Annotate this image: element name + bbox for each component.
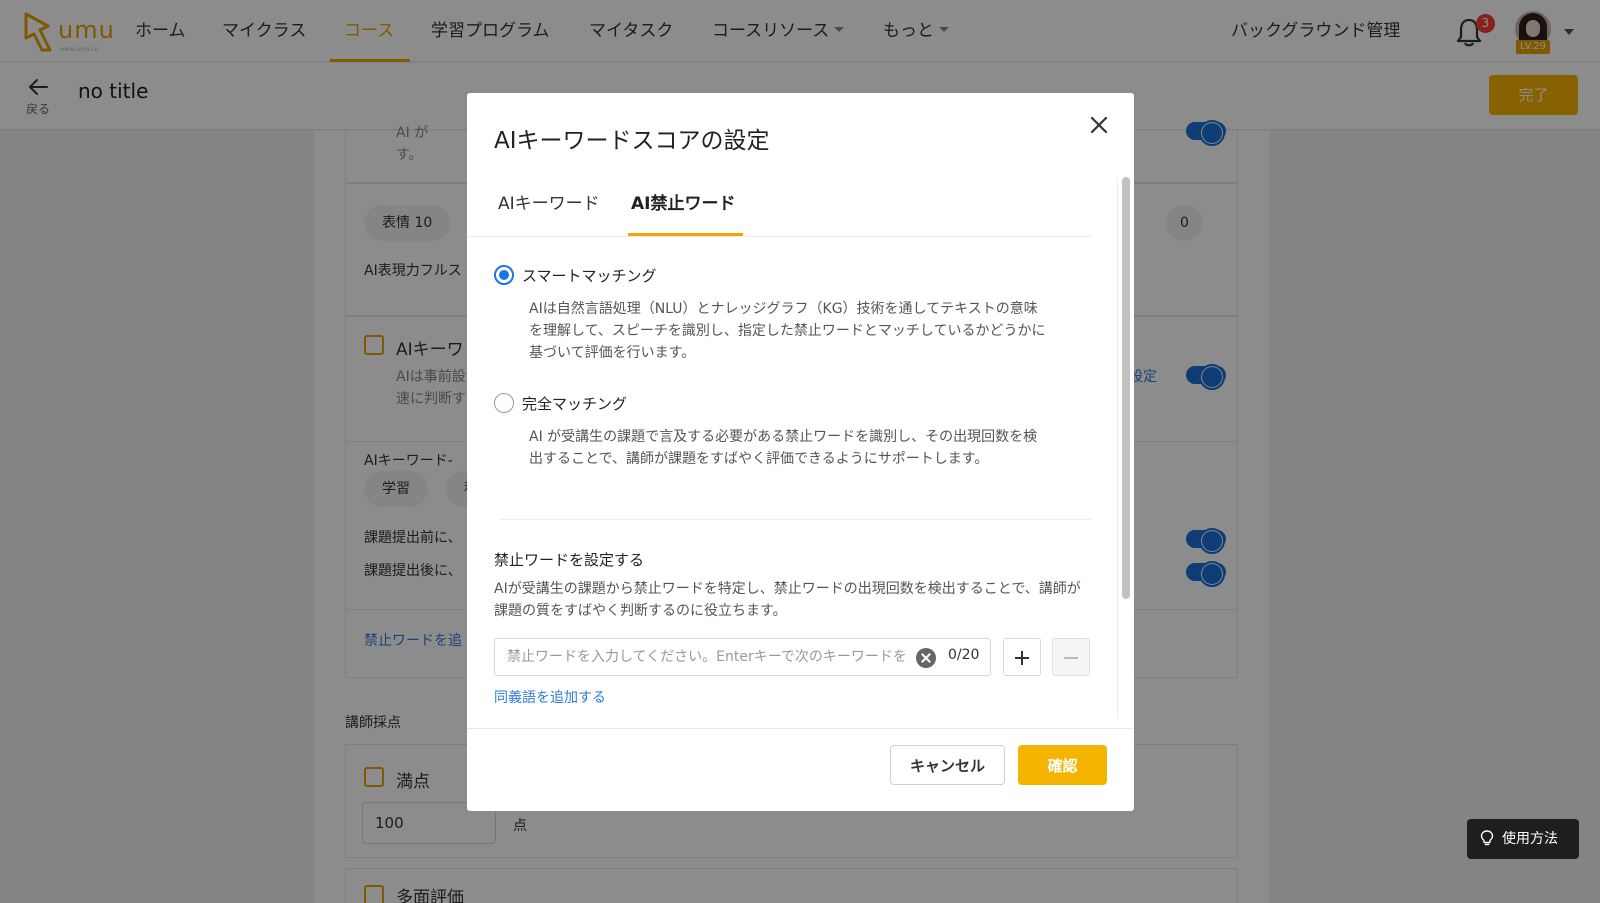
add-keyword-button[interactable]: [1003, 638, 1041, 676]
dialog-title: AIキーワードスコアの設定: [494, 128, 770, 154]
confirm-button[interactable]: 確認: [1018, 745, 1107, 785]
ai-keyword-score-dialog: AIキーワードスコアの設定 AIキーワード AI禁止ワード スマートマッチング …: [467, 93, 1134, 811]
cancel-button[interactable]: キャンセル: [890, 745, 1005, 785]
smart-matching-label[interactable]: スマートマッチング: [522, 265, 657, 286]
character-counter: 0/20: [948, 647, 980, 663]
add-synonym-link[interactable]: 同義語を追加する: [494, 687, 606, 707]
lightbulb-icon: [1480, 830, 1494, 846]
help-button[interactable]: 使用方法: [1467, 819, 1579, 859]
plus-icon-vertical: [1021, 651, 1023, 665]
forbidden-word-input-wrapper: 0/20: [494, 638, 991, 676]
set-forbidden-word-description: AIが受講生の課題から禁止ワードを特定し、禁止ワードの出現回数を検出することで、…: [494, 581, 1081, 619]
section-divider: [500, 519, 1091, 520]
remove-keyword-button[interactable]: [1052, 638, 1090, 676]
radio-exact-matching[interactable]: [494, 393, 514, 413]
forbidden-word-input[interactable]: [507, 639, 905, 675]
tab-ai-forbidden-word[interactable]: AI禁止ワード: [631, 189, 735, 214]
help-label: 使用方法: [1502, 831, 1558, 847]
radio-smart-matching[interactable]: [494, 265, 514, 285]
scrollbar-thumb[interactable]: [1122, 177, 1130, 599]
dialog-footer-divider: [467, 728, 1134, 729]
exact-matching-description: AI が受講生の課題で言及する必要がある禁止ワードを識別し、その出現回数を検出す…: [529, 429, 1038, 467]
set-forbidden-word-title: 禁止ワードを設定する: [494, 551, 645, 569]
smart-matching-description: AIは自然言語処理（NLU）とナレッジグラフ（KG）技術を通してテキストの意味を…: [529, 301, 1046, 361]
clear-input-icon[interactable]: [916, 648, 936, 668]
tab-ai-keyword[interactable]: AIキーワード: [498, 189, 600, 214]
exact-matching-label[interactable]: 完全マッチング: [522, 393, 627, 414]
close-icon[interactable]: [1087, 113, 1111, 137]
tab-divider: [467, 236, 1091, 237]
scroll-track: [1117, 179, 1118, 719]
minus-icon: [1064, 657, 1078, 659]
